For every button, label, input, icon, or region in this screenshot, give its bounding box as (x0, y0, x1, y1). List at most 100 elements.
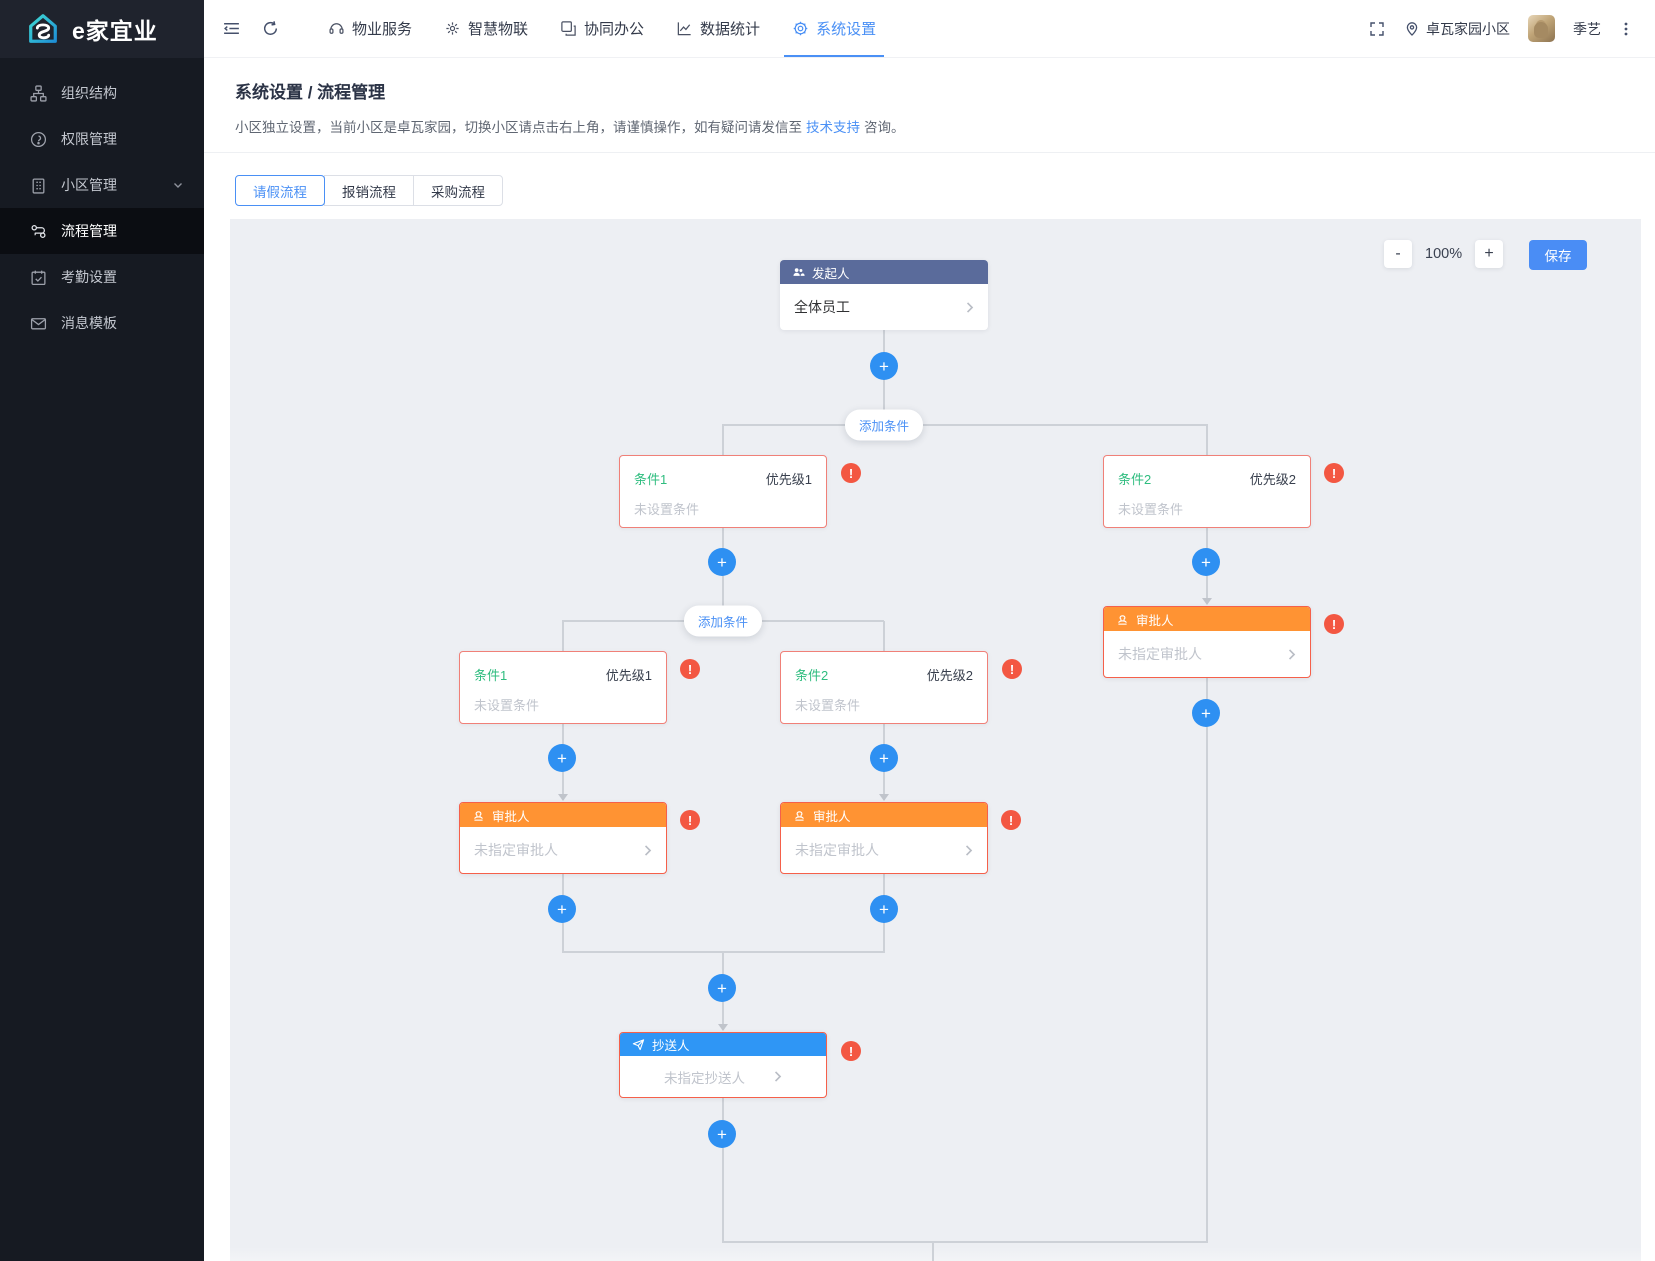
breadcrumb: 系统设置 / 流程管理 (235, 78, 1629, 103)
add-node-button[interactable]: + (870, 352, 898, 380)
add-node-button[interactable]: + (548, 895, 576, 923)
add-node-button[interactable]: + (1192, 699, 1220, 727)
cc-title: 抄送人 (652, 1035, 690, 1054)
tech-support-link[interactable]: 技术支持 (806, 120, 860, 135)
save-button[interactable]: 保存 (1529, 240, 1587, 270)
add-condition-button[interactable]: 添加条件 (684, 606, 762, 637)
approver-node[interactable]: 审批人 未指定审批人 (780, 802, 988, 874)
error-badge: ! (1324, 463, 1344, 483)
nav-item-iot[interactable]: 智慧物联 (428, 0, 544, 57)
approver-node[interactable]: 审批人 未指定审批人 (1103, 606, 1311, 678)
sidebar-item-attendance[interactable]: 考勤设置 (0, 254, 204, 300)
condition-priority: 优先级2 (927, 665, 973, 684)
nav-item-label: 系统设置 (816, 18, 876, 39)
menu-fold-icon[interactable] (222, 19, 241, 38)
condition-priority: 优先级1 (766, 469, 812, 488)
zoom-level: 100% (1425, 246, 1462, 262)
sidebar-item-permissions[interactable]: 权限管理 (0, 116, 204, 162)
top-header: 物业服务 智慧物联 协同办公 数据统计 系统设置 (204, 0, 1655, 58)
approver-body[interactable]: 未指定审批人 (781, 827, 987, 873)
user-avatar[interactable] (1528, 15, 1555, 42)
people-icon (792, 266, 805, 279)
error-badge: ! (680, 659, 700, 679)
connector-line (1206, 425, 1208, 455)
approver-body[interactable]: 未指定审批人 (1104, 631, 1310, 677)
add-node-button[interactable]: + (708, 974, 736, 1002)
tab-reimburse-flow[interactable]: 报销流程 (324, 175, 414, 206)
page-head: 系统设置 / 流程管理 小区独立设置，当前小区是卓瓦家园，切换小区请点击右上角，… (204, 58, 1655, 153)
error-badge: ! (1001, 810, 1021, 830)
tab-purchase-flow[interactable]: 采购流程 (413, 175, 503, 206)
nav-item-statistics[interactable]: 数据统计 (660, 0, 776, 57)
condition-empty-text: 未设置条件 (795, 695, 973, 714)
gear-icon (792, 20, 809, 37)
fullscreen-icon[interactable] (1368, 20, 1386, 38)
condition-priority: 优先级1 (606, 665, 652, 684)
connector-line (883, 621, 885, 651)
sidebar-item-process[interactable]: 流程管理 (0, 208, 204, 254)
user-name[interactable]: 季艺 (1573, 19, 1601, 39)
community-name: 卓瓦家园小区 (1426, 19, 1510, 39)
add-node-button[interactable]: + (1192, 548, 1220, 576)
add-node-button[interactable]: + (548, 744, 576, 772)
approver-empty-text: 未指定审批人 (1118, 644, 1202, 664)
sidebar-item-label: 流程管理 (61, 221, 117, 241)
condition-node-1-1[interactable]: 条件1 优先级1 未设置条件 (459, 651, 667, 724)
condition-empty-text: 未设置条件 (1118, 499, 1296, 518)
connector-line (722, 425, 724, 455)
stamp-icon (472, 809, 485, 822)
org-structure-icon (30, 85, 47, 102)
cc-body[interactable]: 未指定抄送人 (620, 1056, 826, 1097)
add-node-button[interactable]: + (708, 1120, 736, 1148)
zoom-in-button[interactable]: + (1475, 240, 1503, 268)
approver-body[interactable]: 未指定审批人 (460, 827, 666, 873)
add-node-button[interactable]: + (870, 895, 898, 923)
sidebar-item-label: 权限管理 (61, 129, 117, 149)
headset-icon (328, 20, 345, 37)
collaboration-icon (560, 20, 577, 37)
condition-node-2[interactable]: 条件2优先级2 未设置条件 (1103, 455, 1311, 528)
sidebar-item-label: 组织结构 (61, 83, 117, 103)
condition-title: 条件1 (474, 665, 507, 684)
nav-item-label: 物业服务 (352, 18, 412, 39)
nav-item-system-settings[interactable]: 系统设置 (776, 0, 892, 57)
approver-node[interactable]: 审批人 未指定审批人 (459, 802, 667, 874)
zoom-out-button[interactable]: - (1384, 240, 1412, 268)
brand-logo[interactable]: e家宜业 (0, 0, 204, 58)
flow-canvas[interactable]: 发起人 全体员工 + + + + + + + (230, 219, 1641, 1261)
nav-item-property-services[interactable]: 物业服务 (312, 0, 428, 57)
sidebar-item-org-structure[interactable]: 组织结构 (0, 70, 204, 116)
error-badge: ! (1324, 614, 1344, 634)
add-node-button[interactable]: + (870, 744, 898, 772)
condition-title: 条件2 (795, 665, 828, 684)
chevron-down-icon (172, 179, 184, 191)
add-node-button[interactable]: + (708, 548, 736, 576)
more-menu-icon[interactable] (1619, 20, 1633, 38)
add-condition-button[interactable]: 添加条件 (845, 410, 923, 441)
sidebar-item-label: 消息模板 (61, 313, 117, 333)
condition-node-1-2[interactable]: 条件2 优先级2 未设置条件 (780, 651, 988, 724)
initiator-body[interactable]: 全体员工 (780, 284, 988, 330)
condition-node-1[interactable]: 条件1优先级1 未设置条件 (619, 455, 827, 528)
arrowhead-icon (1202, 598, 1212, 605)
community-icon (30, 177, 47, 194)
arrowhead-icon (718, 1024, 728, 1031)
cc-node[interactable]: 抄送人 未指定抄送人 (619, 1032, 827, 1098)
sidebar-item-community[interactable]: 小区管理 (0, 162, 204, 208)
iot-icon (444, 20, 461, 37)
approver-title: 审批人 (813, 806, 851, 825)
refresh-icon[interactable] (261, 19, 280, 38)
initiator-node[interactable]: 发起人 全体员工 (780, 260, 988, 330)
house-logo-icon (26, 12, 60, 46)
nav-item-label: 数据统计 (700, 18, 760, 39)
initiator-value: 全体员工 (794, 297, 850, 317)
community-selector[interactable]: 卓瓦家园小区 (1404, 19, 1510, 39)
sidebar-item-message-templates[interactable]: 消息模板 (0, 300, 204, 346)
stamp-icon (793, 809, 806, 822)
tab-leave-flow[interactable]: 请假流程 (235, 175, 325, 206)
approver-header: 审批人 (460, 803, 666, 827)
nav-item-collaboration[interactable]: 协同办公 (544, 0, 660, 57)
attendance-icon (30, 269, 47, 286)
condition-empty-text: 未设置条件 (474, 695, 652, 714)
approver-title: 审批人 (492, 806, 530, 825)
